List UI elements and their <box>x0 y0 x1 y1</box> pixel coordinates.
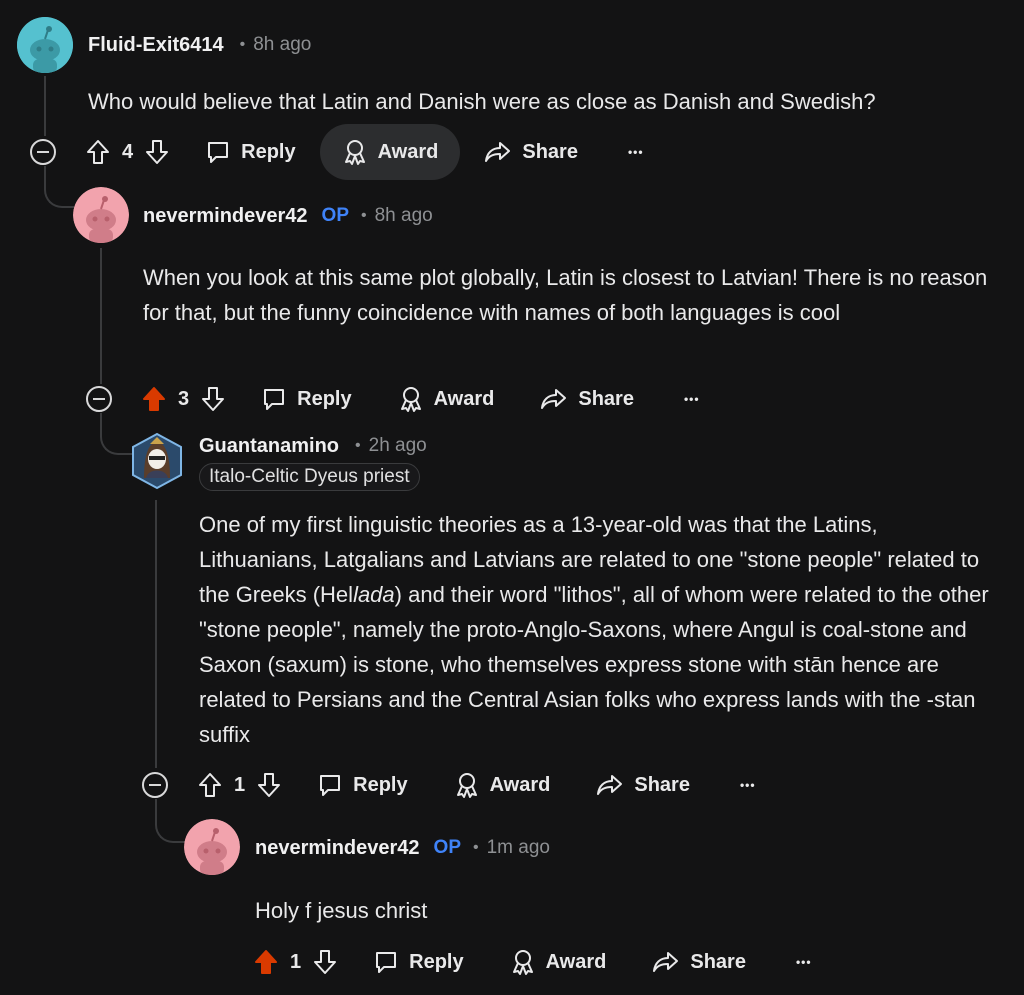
user-flair: Italo-Celtic Dyeus priest <box>199 463 420 491</box>
share-label: Share <box>522 140 578 163</box>
op-badge: OP <box>321 205 349 226</box>
avatar[interactable] <box>184 819 240 875</box>
award-label: Award <box>489 773 551 796</box>
downvote-icon[interactable] <box>201 386 225 412</box>
downvote-icon[interactable] <box>257 772 281 798</box>
comment-header: Guantanamino • 2h ago <box>199 426 427 466</box>
upvote-icon[interactable] <box>142 386 166 412</box>
timestamp[interactable]: 1m ago <box>487 837 550 859</box>
comment-header: nevermindever42 OP • 1m ago <box>255 828 550 868</box>
separator-dot: • <box>361 207 367 224</box>
comment-actions: 1 Reply Award Share ••• <box>254 934 824 990</box>
vote-group: 1 <box>198 757 281 813</box>
separator-dot: • <box>355 437 361 454</box>
comment-header: Fluid-Exit6414 • 8h ago <box>88 25 311 65</box>
award-icon <box>400 387 421 412</box>
share-label: Share <box>578 387 634 410</box>
avatar[interactable] <box>73 187 129 243</box>
comment-body-italic: lada <box>353 582 395 607</box>
reply-button[interactable]: Reply <box>303 757 421 813</box>
award-button[interactable]: Award <box>440 757 565 813</box>
reply-label: Reply <box>241 140 296 163</box>
comment-body: When you look at this same plot globally… <box>143 265 988 325</box>
comment-body: One of my first linguistic theories as a… <box>199 507 999 752</box>
vote-group: 4 <box>86 124 169 180</box>
award-label: Award <box>545 950 607 973</box>
reply-button[interactable]: Reply <box>247 371 365 427</box>
share-icon <box>653 952 679 972</box>
share-button[interactable]: Share <box>638 934 760 990</box>
username[interactable]: Guantanamino <box>199 435 339 458</box>
timestamp[interactable]: 8h ago <box>375 205 433 227</box>
reply-icon <box>320 775 341 796</box>
collapse-button[interactable] <box>86 386 112 412</box>
reply-label: Reply <box>353 773 408 796</box>
share-icon <box>597 775 623 795</box>
upvote-icon[interactable] <box>86 139 110 165</box>
reply-button[interactable]: Reply <box>191 124 309 180</box>
upvote-icon[interactable] <box>254 949 278 975</box>
award-button[interactable]: Award <box>384 371 509 427</box>
more-options-button[interactable]: ••• <box>728 778 768 792</box>
award-icon <box>344 140 365 165</box>
vote-count: 1 <box>234 773 246 796</box>
award-button[interactable]: Award <box>319 124 461 180</box>
thread-line <box>100 248 102 384</box>
reply-icon <box>208 142 229 163</box>
avatar[interactable] <box>130 432 184 490</box>
avatar[interactable] <box>17 17 73 73</box>
share-button[interactable]: Share <box>582 757 704 813</box>
comment-actions: 4 Reply Award Share ••• <box>30 124 656 180</box>
downvote-icon[interactable] <box>145 139 169 165</box>
vote-group: 1 <box>254 934 337 990</box>
reply-label: Reply <box>297 387 352 410</box>
award-label: Award <box>377 140 439 163</box>
thread-line <box>155 500 157 768</box>
separator-dot: • <box>473 839 479 856</box>
award-label: Award <box>433 387 495 410</box>
reply-icon <box>376 952 397 973</box>
reply-icon <box>264 389 285 410</box>
reply-button[interactable]: Reply <box>359 934 477 990</box>
username[interactable]: nevermindever42 <box>143 205 308 228</box>
award-icon <box>456 773 477 798</box>
award-icon <box>512 950 533 975</box>
timestamp[interactable]: 2h ago <box>369 435 427 457</box>
comment-body: Holy f jesus christ <box>255 898 428 923</box>
comment-header: nevermindever42 OP • 8h ago <box>143 196 433 236</box>
downvote-icon[interactable] <box>313 949 337 975</box>
reply-label: Reply <box>409 950 464 973</box>
share-icon <box>541 389 567 409</box>
comment-actions: 3 Reply Award Share ••• <box>86 371 712 427</box>
vote-count: 1 <box>290 950 302 973</box>
upvote-icon[interactable] <box>198 772 222 798</box>
separator-dot: • <box>239 36 246 53</box>
share-label: Share <box>634 773 690 796</box>
share-icon <box>485 142 511 162</box>
share-button[interactable]: Share <box>526 371 648 427</box>
username[interactable]: Fluid-Exit6414 <box>88 34 224 57</box>
share-label: Share <box>690 950 746 973</box>
more-options-button[interactable]: ••• <box>616 145 656 159</box>
vote-group: 3 <box>142 371 225 427</box>
vote-count: 4 <box>122 140 134 163</box>
username[interactable]: nevermindever42 <box>255 837 420 860</box>
comment-body: Who would believe that Latin and Danish … <box>88 89 876 114</box>
collapse-button[interactable] <box>30 139 56 165</box>
comment-actions: 1 Reply Award Share ••• <box>142 757 768 813</box>
collapse-button[interactable] <box>142 772 168 798</box>
vote-count: 3 <box>178 387 190 410</box>
more-options-button[interactable]: ••• <box>672 392 712 406</box>
share-button[interactable]: Share <box>470 124 592 180</box>
award-button[interactable]: Award <box>496 934 621 990</box>
op-badge: OP <box>433 837 461 858</box>
more-options-button[interactable]: ••• <box>784 955 824 969</box>
timestamp[interactable]: 8h ago <box>253 34 311 56</box>
